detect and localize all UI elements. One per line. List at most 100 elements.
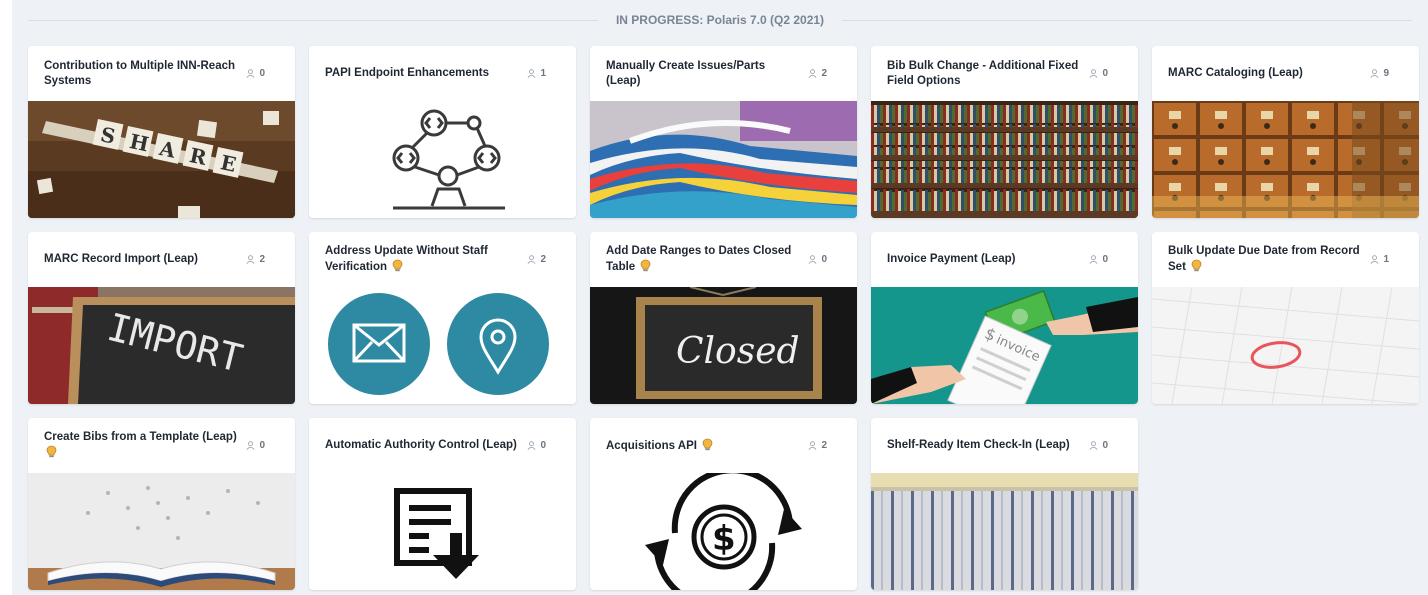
user-icon	[246, 441, 255, 450]
idea-card[interactable]: Automatic Authority Control (Leap) 0	[309, 418, 576, 590]
supporters-count: 2	[808, 68, 841, 79]
count-value: 2	[259, 254, 265, 265]
board: IN PROGRESS: Polaris 7.0 (Q2 2021) Contr…	[12, 0, 1428, 595]
supporters-count: 2	[246, 254, 279, 265]
idea-card[interactable]: Contribution to Multiple INN-Reach Syste…	[28, 46, 295, 218]
document-download-icon	[309, 473, 576, 590]
calendar-image	[1152, 287, 1419, 404]
count-value: 2	[540, 254, 546, 265]
idea-card[interactable]: Shelf-Ready Item Check-In (Leap) 0	[871, 418, 1138, 590]
count-value: 0	[821, 254, 827, 265]
idea-card[interactable]: Address Update Without Staff Verificatio…	[309, 232, 576, 404]
card-header: MARC Cataloging (Leap) 9	[1152, 46, 1419, 101]
supporters-count: 1	[527, 68, 560, 79]
card-image	[871, 101, 1138, 218]
card-title: Create Bibs from a Template (Leap)	[44, 430, 246, 461]
idea-card[interactable]: Bulk Update Due Date from Record Set 1	[1152, 232, 1419, 404]
card-image	[309, 101, 576, 218]
user-icon	[527, 441, 536, 450]
card-title: Shelf-Ready Item Check-In (Leap)	[887, 439, 1070, 451]
idea-card[interactable]: Create Bibs from a Template (Leap) 0	[28, 418, 295, 590]
card-image	[871, 473, 1138, 590]
idea-card[interactable]: Bib Bulk Change - Additional Fixed Field…	[871, 46, 1138, 218]
lightbulb-icon	[640, 259, 651, 272]
section-title: IN PROGRESS: Polaris 7.0 (Q2 2021)	[615, 13, 825, 27]
card-title: Add Date Ranges to Dates Closed Table	[606, 244, 808, 275]
card-image: $ invoice	[871, 287, 1138, 404]
card-image: IMPORT	[28, 287, 295, 404]
card-image	[309, 473, 576, 590]
supporters-count: 1	[1370, 254, 1403, 265]
idea-card[interactable]: Add Date Ranges to Dates Closed Table 0 …	[590, 232, 857, 404]
card-catalog-image	[1152, 101, 1419, 218]
idea-card[interactable]: MARC Record Import (Leap) 2 IMPORT	[28, 232, 295, 404]
card-header: PAPI Endpoint Enhancements 1	[309, 46, 576, 101]
supporters-count: 0	[527, 440, 560, 451]
card-header: Shelf-Ready Item Check-In (Leap) 0	[871, 418, 1138, 473]
count-value: 0	[259, 68, 265, 79]
card-header: Invoice Payment (Leap) 0	[871, 232, 1138, 287]
bookshelf-image	[871, 101, 1138, 218]
card-grid: Contribution to Multiple INN-Reach Syste…	[28, 46, 1419, 590]
supporters-count: 0	[1089, 68, 1122, 79]
user-icon	[246, 255, 255, 264]
card-header: Add Date Ranges to Dates Closed Table 0	[590, 232, 857, 287]
card-title-text: Add Date Ranges to Dates Closed Table	[606, 245, 792, 273]
supporters-count: 2	[808, 440, 841, 451]
user-icon	[808, 69, 817, 78]
idea-card[interactable]: Acquisitions API 2 $	[590, 418, 857, 590]
idea-card[interactable]: MARC Cataloging (Leap) 9	[1152, 46, 1419, 218]
lightbulb-icon	[46, 445, 57, 458]
money-cycle-icon: $	[590, 473, 857, 590]
card-header: Bulk Update Due Date from Record Set 1	[1152, 232, 1419, 287]
card-title: Contribution to Multiple INN-Reach Syste…	[44, 59, 236, 87]
card-title: Automatic Authority Control (Leap)	[325, 439, 517, 451]
count-value: 0	[540, 440, 546, 451]
card-title: Bulk Update Due Date from Record Set	[1168, 244, 1370, 275]
card-header: Contribution to Multiple INN-Reach Syste…	[28, 46, 295, 101]
user-icon	[527, 255, 536, 264]
card-title: PAPI Endpoint Enhancements	[325, 67, 489, 79]
divider	[28, 19, 598, 21]
lightbulb-icon	[1191, 259, 1202, 272]
user-icon	[1370, 255, 1379, 264]
idea-card[interactable]: Invoice Payment (Leap) 0 $ invoice	[871, 232, 1138, 404]
section-header: IN PROGRESS: Polaris 7.0 (Q2 2021)	[28, 8, 1413, 32]
card-title: Manually Create Issues/Parts (Leap)	[606, 59, 766, 87]
supporters-count: 9	[1370, 68, 1403, 79]
count-value: 1	[540, 68, 546, 79]
user-icon	[1089, 441, 1098, 450]
count-value: 2	[821, 440, 827, 451]
idea-card[interactable]: Manually Create Issues/Parts (Leap) 2	[590, 46, 857, 218]
count-value: 0	[1102, 68, 1108, 79]
sign-text: Closed	[676, 331, 800, 372]
scrabble-tiles-image: S H A R E	[28, 101, 295, 218]
card-image: Closed	[590, 287, 857, 404]
card-title-text: Create Bibs from a Template (Leap)	[44, 431, 237, 443]
card-header: Manually Create Issues/Parts (Leap) 2	[590, 46, 857, 101]
closed-sign-image: Closed	[590, 287, 857, 404]
card-header: Bib Bulk Change - Additional Fixed Field…	[871, 46, 1138, 101]
user-icon	[808, 441, 817, 450]
card-title: Bib Bulk Change - Additional Fixed Field…	[887, 59, 1079, 87]
magazines-image	[590, 101, 857, 218]
count-value: 0	[259, 440, 265, 451]
card-header: MARC Record Import (Leap) 2	[28, 232, 295, 287]
supporters-count: 0	[246, 68, 279, 79]
user-icon	[527, 69, 536, 78]
user-icon	[246, 69, 255, 78]
chalkboard-import-image: IMPORT	[28, 287, 295, 404]
card-image	[1152, 287, 1419, 404]
card-image	[309, 287, 576, 404]
supporters-count: 2	[527, 254, 560, 265]
card-title: MARC Record Import (Leap)	[44, 253, 198, 265]
idea-card[interactable]: PAPI Endpoint Enhancements 1	[309, 46, 576, 218]
card-title: MARC Cataloging (Leap)	[1168, 67, 1303, 79]
count-value: 1	[1383, 254, 1389, 265]
count-value: 0	[1102, 254, 1108, 265]
card-header: Acquisitions API 2	[590, 418, 857, 473]
count-value: 2	[821, 68, 827, 79]
divider	[842, 19, 1413, 21]
card-title-text: Address Update Without Staff Verificatio…	[325, 245, 488, 273]
lightbulb-icon	[392, 259, 403, 272]
